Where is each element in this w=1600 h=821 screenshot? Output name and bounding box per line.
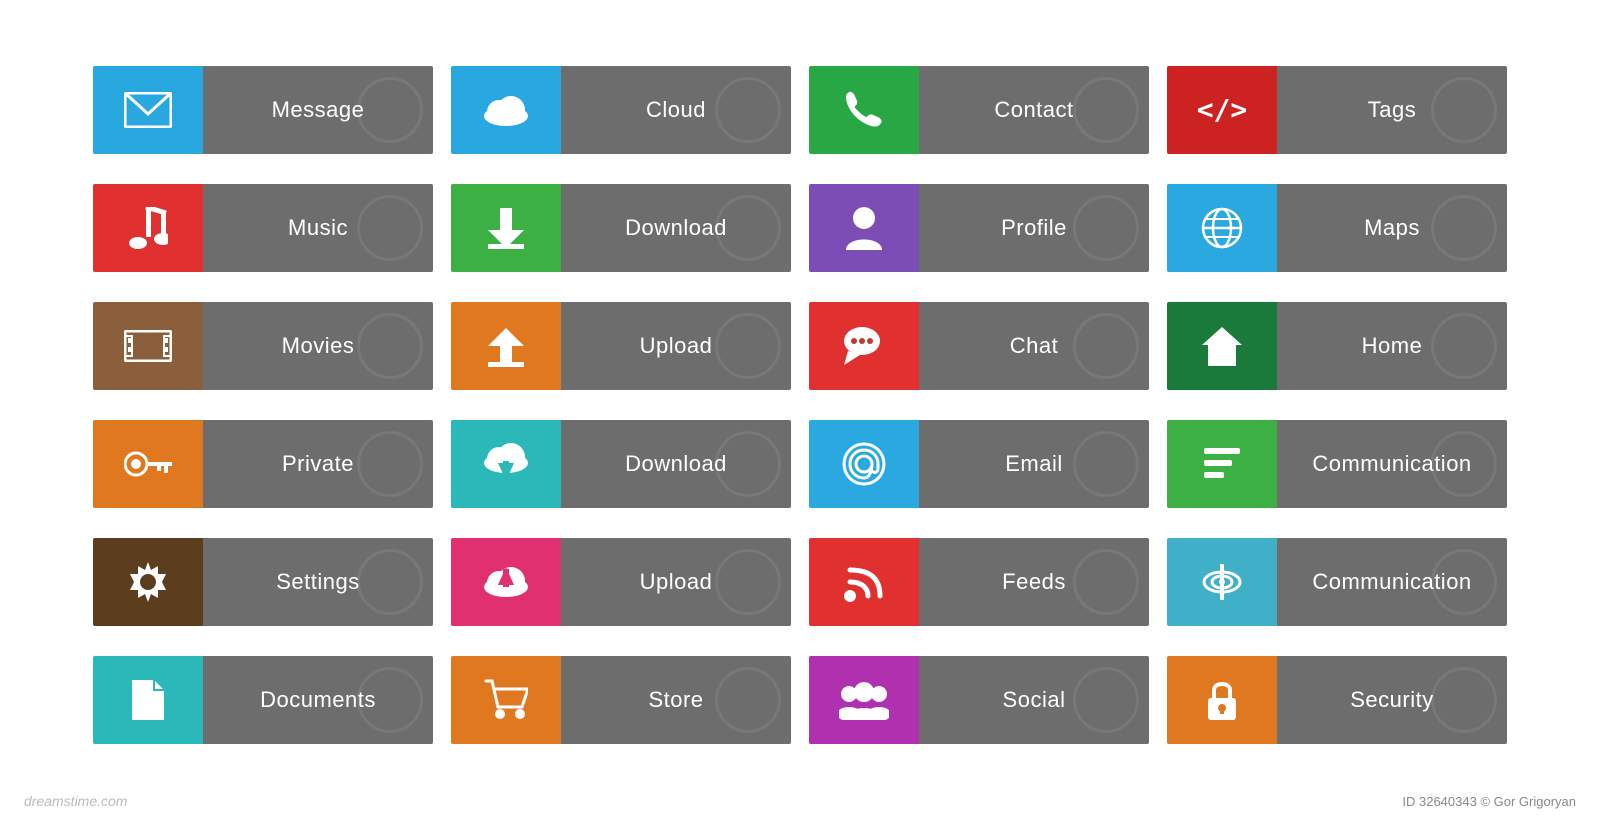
tile-cloud[interactable]: Cloud [451,66,791,154]
tile-label-upload2: Upload [561,538,791,626]
tile-label-message: Message [203,66,433,154]
house-icon [1167,302,1277,390]
cloud-icon [451,66,561,154]
tile-label-maps: Maps [1277,184,1507,272]
tile-download1[interactable]: Download [451,184,791,272]
code-icon: </> [1167,66,1277,154]
person-icon [809,184,919,272]
group-icon [809,656,919,744]
tile-label-music: Music [203,184,433,272]
tile-label-movies: Movies [203,302,433,390]
cloud-upload-icon [451,538,561,626]
comm-icon-icon [1167,420,1277,508]
tile-feeds[interactable]: Feeds [809,538,1149,626]
tile-label-chat: Chat [919,302,1149,390]
tile-label-download2: Download [561,420,791,508]
tile-home[interactable]: Home [1167,302,1507,390]
tile-label-upload1: Upload [561,302,791,390]
tile-movies[interactable]: Movies [93,302,433,390]
tile-label-profile: Profile [919,184,1149,272]
tile-chat[interactable]: Chat [809,302,1149,390]
rss-icon [809,538,919,626]
icon-grid: Message Cloud Contact</>Tags Music Download P… [53,26,1547,796]
phone-icon [809,66,919,154]
tile-contact[interactable]: Contact [809,66,1149,154]
upload-arrow-icon [451,302,561,390]
tile-label-feeds: Feeds [919,538,1149,626]
tile-settings[interactable]: Settings [93,538,433,626]
tile-communication1[interactable]: Communication [1167,420,1507,508]
dreamstime-logo: dreamstime.com [24,793,127,809]
tile-tags[interactable]: </>Tags [1167,66,1507,154]
tile-label-private: Private [203,420,433,508]
tile-maps[interactable]: Maps [1167,184,1507,272]
tile-label-cloud: Cloud [561,66,791,154]
key-icon [93,420,203,508]
tile-upload1[interactable]: Upload [451,302,791,390]
gear-icon [93,538,203,626]
footer-id: ID 32640343 © Gor Grigoryan [1402,794,1576,809]
cloud-download-icon [451,420,561,508]
satellite-icon [1167,538,1277,626]
chat-bubble-icon [809,302,919,390]
tile-label-social: Social [919,656,1149,744]
tile-label-contact: Contact [919,66,1149,154]
envelope-icon [93,66,203,154]
tile-private[interactable]: Private [93,420,433,508]
download-arrow-icon [451,184,561,272]
cart-icon [451,656,561,744]
tile-email[interactable]: Email [809,420,1149,508]
music-icon [93,184,203,272]
tile-label-home: Home [1277,302,1507,390]
at-sign-icon [809,420,919,508]
tile-download2[interactable]: Download [451,420,791,508]
tile-profile[interactable]: Profile [809,184,1149,272]
tile-label-communication2: Communication [1277,538,1507,626]
tile-label-store: Store [561,656,791,744]
lock-icon [1167,656,1277,744]
tile-label-settings: Settings [203,538,433,626]
tile-security[interactable]: Security [1167,656,1507,744]
globe-icon [1167,184,1277,272]
film-icon [93,302,203,390]
tile-documents[interactable]: Documents [93,656,433,744]
tile-label-security: Security [1277,656,1507,744]
tile-store[interactable]: Store [451,656,791,744]
tile-label-tags: Tags [1277,66,1507,154]
tile-label-email: Email [919,420,1149,508]
tile-label-documents: Documents [203,656,433,744]
tile-music[interactable]: Music [93,184,433,272]
tile-message[interactable]: Message [93,66,433,154]
document-icon [93,656,203,744]
tile-label-communication1: Communication [1277,420,1507,508]
tile-upload2[interactable]: Upload [451,538,791,626]
tile-social[interactable]: Social [809,656,1149,744]
tile-communication2[interactable]: Communication [1167,538,1507,626]
tile-label-download1: Download [561,184,791,272]
